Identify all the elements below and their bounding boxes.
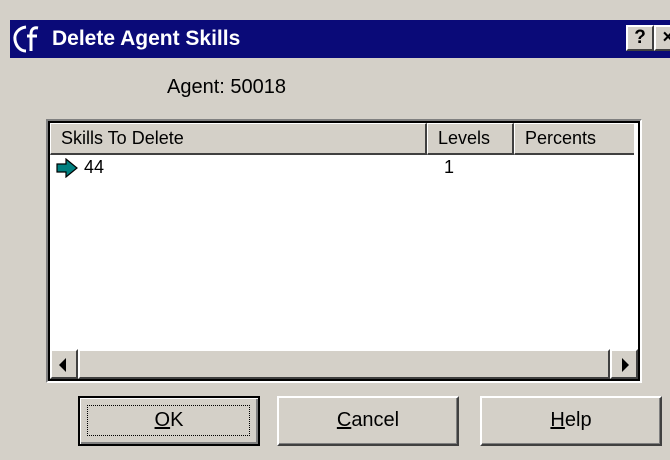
horizontal-scrollbar[interactable] (50, 349, 638, 379)
cancel-button-label: Cancel (336, 409, 400, 431)
ok-button-label: OK (154, 409, 184, 431)
skills-list[interactable]: Skills To Delete Levels Percents 44 1 (46, 119, 642, 383)
agent-label: Agent: 50018 (167, 76, 286, 98)
level-cell: 1 (444, 157, 455, 177)
column-header-levels[interactable]: Levels (427, 123, 514, 155)
window-title: Delete Agent Skills (52, 27, 241, 50)
cancel-button[interactable]: Cancel (277, 396, 459, 446)
ok-button[interactable]: OK (78, 396, 260, 446)
scroll-left-arrow-icon (59, 358, 66, 372)
help-button-label: Help (550, 409, 592, 431)
close-button[interactable]: × (654, 25, 670, 51)
right-arrow-icon (56, 158, 78, 178)
context-help-button[interactable]: ? (626, 25, 654, 51)
delete-agent-skills-dialog: Delete Agent Skills ? × Agent: 50018 Ski… (0, 0, 670, 460)
scroll-left-button[interactable] (50, 349, 78, 379)
column-header-percents[interactable]: Percents (514, 123, 634, 155)
column-header-skills[interactable]: Skills To Delete (50, 123, 427, 155)
skill-cell: 44 (84, 157, 105, 177)
app-logo-icon (13, 25, 39, 53)
scroll-right-arrow-icon (622, 358, 629, 372)
scroll-right-button[interactable] (610, 349, 638, 379)
list-item[interactable]: 44 1 (50, 155, 638, 181)
scroll-thumb[interactable] (78, 349, 610, 379)
help-button[interactable]: Help (480, 396, 662, 446)
title-bar[interactable]: Delete Agent Skills ? × (10, 20, 670, 58)
